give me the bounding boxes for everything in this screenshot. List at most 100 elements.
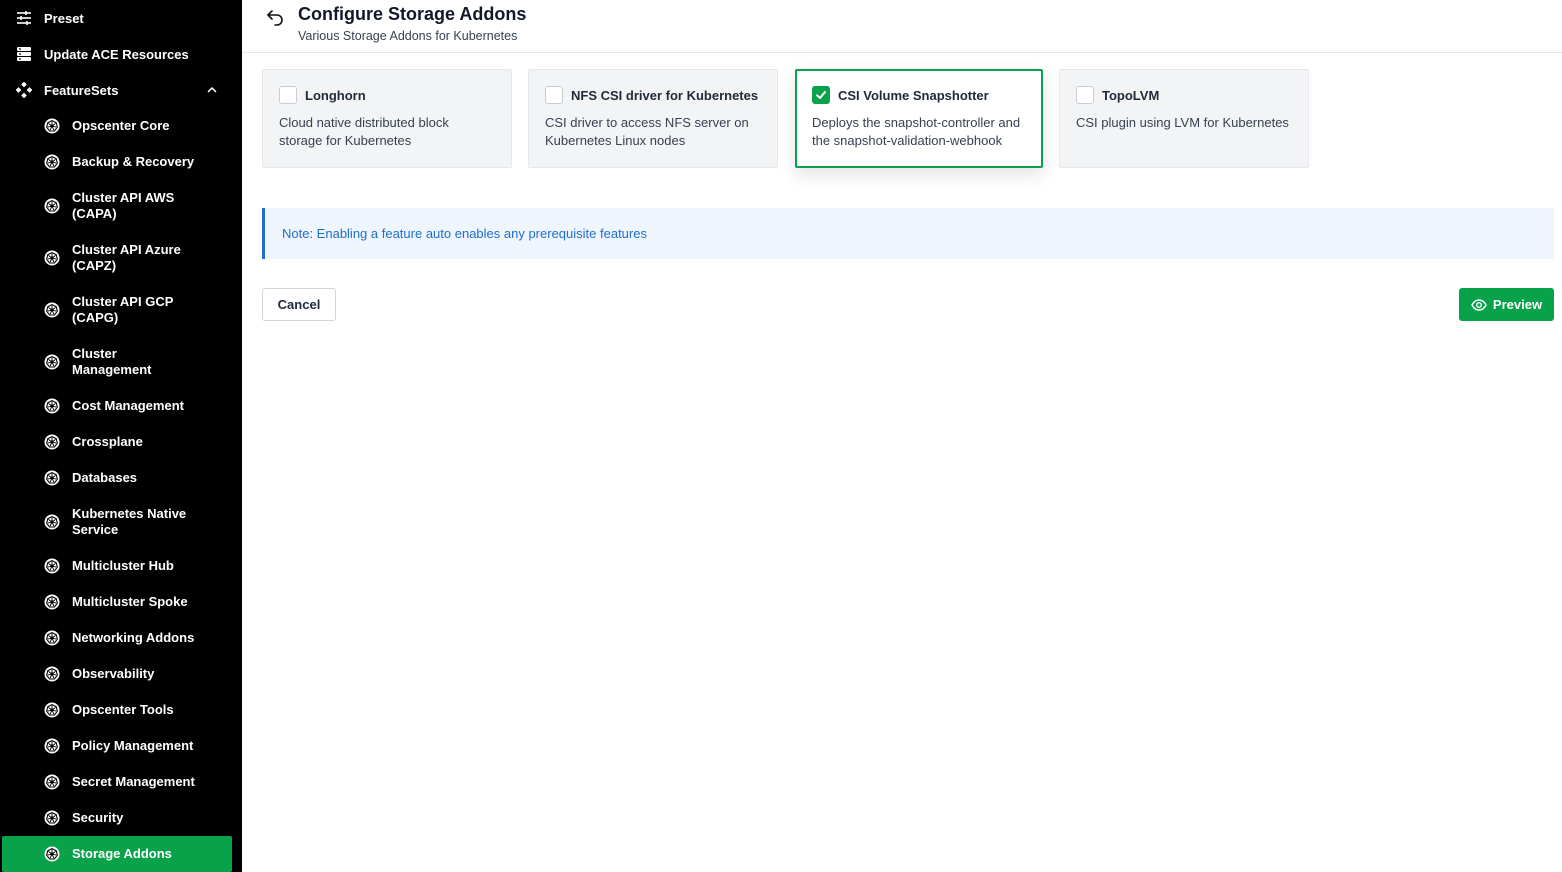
addon-card-title: Longhorn (305, 87, 366, 103)
addon-card-header: Longhorn (279, 86, 495, 104)
sidebar-item-policy-management[interactable]: Policy Management (0, 728, 242, 764)
kubernetes-icon (44, 846, 60, 862)
kubernetes-icon (44, 810, 60, 826)
kubernetes-icon (44, 198, 60, 214)
sidebar-item-label: FeatureSets (44, 82, 119, 98)
check-icon (816, 91, 826, 99)
sidebar-item-label: Databases (72, 470, 138, 485)
kubernetes-icon (44, 302, 60, 318)
sidebar-item-label: Observability (72, 666, 155, 681)
addon-card-header: NFS CSI driver for Kubernetes (545, 86, 761, 104)
chevron-up-icon[interactable] (206, 84, 218, 96)
sidebar-item-cluster-api-gcp-capg[interactable]: Cluster API GCP (CAPG) (0, 284, 242, 336)
addon-card-nfs-csi-driver-for-kubernetes[interactable]: NFS CSI driver for Kubernetes CSI driver … (528, 69, 778, 168)
kubernetes-icon (44, 514, 60, 530)
kubernetes-icon (44, 702, 60, 718)
addon-card-topolvm[interactable]: TopoLVM CSI plugin using LVM for Kubernet… (1059, 69, 1309, 168)
sidebar-item-cluster-api-aws-capa[interactable]: Cluster API AWS (CAPA) (0, 180, 242, 232)
addon-card-csi-volume-snapshotter[interactable]: CSI Volume Snapshotter Deploys the snapsh… (795, 69, 1043, 168)
kubernetes-icon (44, 774, 60, 790)
sidebar-item-label: Backup & Recovery (72, 154, 195, 169)
addon-card-title: NFS CSI driver for Kubernetes (571, 87, 759, 103)
kubernetes-icon (44, 398, 60, 414)
featureset-list: Opscenter Core Backup & Recovery Cluster A… (0, 108, 242, 872)
sidebar-item-preset[interactable]: Preset (0, 0, 242, 36)
kubernetes-icon (44, 250, 60, 266)
sidebar-item-cost-management[interactable]: Cost Management (0, 388, 242, 424)
page-title: Configure Storage Addons (298, 4, 527, 24)
sidebar-item-multicluster-spoke[interactable]: Multicluster Spoke (0, 584, 242, 620)
sidebar-item-featuresets[interactable]: FeatureSets (0, 72, 242, 108)
sidebar-item-label: Cluster API Azure (CAPZ) (72, 242, 181, 273)
sidebar-item-backup-recovery[interactable]: Backup & Recovery (0, 144, 242, 180)
sidebar-item-label: Cost Management (72, 398, 184, 413)
addon-card-description: CSI driver to access NFS server on Kuber… (545, 115, 749, 148)
sidebar-item-label: Storage Addons (72, 846, 172, 861)
addon-card-longhorn[interactable]: Longhorn Cloud native distributed block s… (262, 69, 512, 168)
addon-checkbox[interactable] (545, 86, 563, 104)
addon-checkbox[interactable] (279, 86, 297, 104)
main-content: Configure Storage Addons Various Storage… (242, 0, 1562, 872)
preview-button[interactable]: Preview (1459, 288, 1554, 321)
featuresets-icon (16, 82, 32, 98)
sidebar-item-cluster-api-azure-capz[interactable]: Cluster API Azure (CAPZ) (0, 232, 242, 284)
sidebar-item-security[interactable]: Security (0, 800, 242, 836)
addon-checkbox[interactable] (1076, 86, 1094, 104)
sidebar-item-opscenter-tools[interactable]: Opscenter Tools (0, 692, 242, 728)
server-icon (16, 46, 32, 62)
sidebar-item-label: Cluster Management (72, 346, 152, 377)
kubernetes-icon (44, 354, 60, 370)
addon-checkbox[interactable] (812, 86, 830, 104)
sidebar-item-label: Multicluster Spoke (72, 594, 188, 609)
kubernetes-icon (44, 630, 60, 646)
sidebar-item-cluster-management[interactable]: Cluster Management (0, 336, 242, 388)
sidebar-item-storage-addons[interactable]: Storage Addons (2, 836, 232, 872)
kubernetes-icon (44, 594, 60, 610)
sidebar-item-secret-management[interactable]: Secret Management (0, 764, 242, 800)
addon-card-header: TopoLVM (1076, 86, 1292, 104)
addon-card-title: TopoLVM (1102, 87, 1160, 103)
sidebar: Preset Update ACE Resources FeatureSets … (0, 0, 242, 872)
sidebar-item-opscenter-core[interactable]: Opscenter Core (0, 108, 242, 144)
addon-cards: Longhorn Cloud native distributed block s… (262, 69, 1309, 168)
addon-card-description: CSI plugin using LVM for Kubernetes (1076, 115, 1289, 130)
sliders-icon (16, 10, 32, 26)
sidebar-item-label: Update ACE Resources (44, 46, 189, 62)
kubernetes-icon (44, 666, 60, 682)
sidebar-item-label: Security (72, 810, 124, 825)
sidebar-item-networking-addons[interactable]: Networking Addons (0, 620, 242, 656)
sidebar-item-label: Opscenter Core (72, 118, 170, 133)
addon-card-header: CSI Volume Snapshotter (812, 86, 1026, 104)
sidebar-item-kubernetes-native-service[interactable]: Kubernetes Native Service (0, 496, 242, 548)
sidebar-item-databases[interactable]: Databases (0, 460, 242, 496)
cancel-button[interactable]: Cancel (262, 288, 336, 321)
sidebar-item-label: Cluster API AWS (CAPA) (72, 190, 175, 221)
kubernetes-icon (44, 558, 60, 574)
page-header: Configure Storage Addons Various Storage… (242, 0, 1562, 53)
sidebar-item-label: Kubernetes Native Service (72, 506, 187, 537)
sidebar-item-label: Opscenter Tools (72, 702, 174, 717)
info-note: Note: Enabling a feature auto enables an… (262, 208, 1554, 259)
sidebar-item-label: Policy Management (72, 738, 194, 753)
sidebar-item-label: Secret Management (72, 774, 195, 789)
kubernetes-icon (44, 154, 60, 170)
kubernetes-icon (44, 738, 60, 754)
addon-card-title: CSI Volume Snapshotter (838, 87, 989, 103)
sidebar-item-label: Preset (44, 10, 84, 26)
addon-card-description: Deploys the snapshot-controller and the … (812, 115, 1021, 148)
sidebar-item-label: Networking Addons (72, 630, 195, 645)
sidebar-item-multicluster-hub[interactable]: Multicluster Hub (0, 548, 242, 584)
page-subtitle: Various Storage Addons for Kubernetes (298, 29, 518, 43)
back-arrow-icon[interactable] (264, 6, 286, 28)
sidebar-item-update-ace-resources[interactable]: Update ACE Resources (0, 36, 242, 72)
addon-card-description: Cloud native distributed block storage f… (279, 115, 449, 148)
sidebar-item-observability[interactable]: Observability (0, 656, 242, 692)
kubernetes-icon (44, 118, 60, 134)
eye-icon (1471, 297, 1487, 313)
sidebar-item-crossplane[interactable]: Crossplane (0, 424, 242, 460)
kubernetes-icon (44, 470, 60, 486)
preview-button-label: Preview (1492, 297, 1543, 312)
sidebar-item-label: Crossplane (72, 434, 143, 449)
sidebar-item-label: Cluster API GCP (CAPG) (72, 294, 174, 325)
sidebar-item-label: Multicluster Hub (72, 558, 174, 573)
